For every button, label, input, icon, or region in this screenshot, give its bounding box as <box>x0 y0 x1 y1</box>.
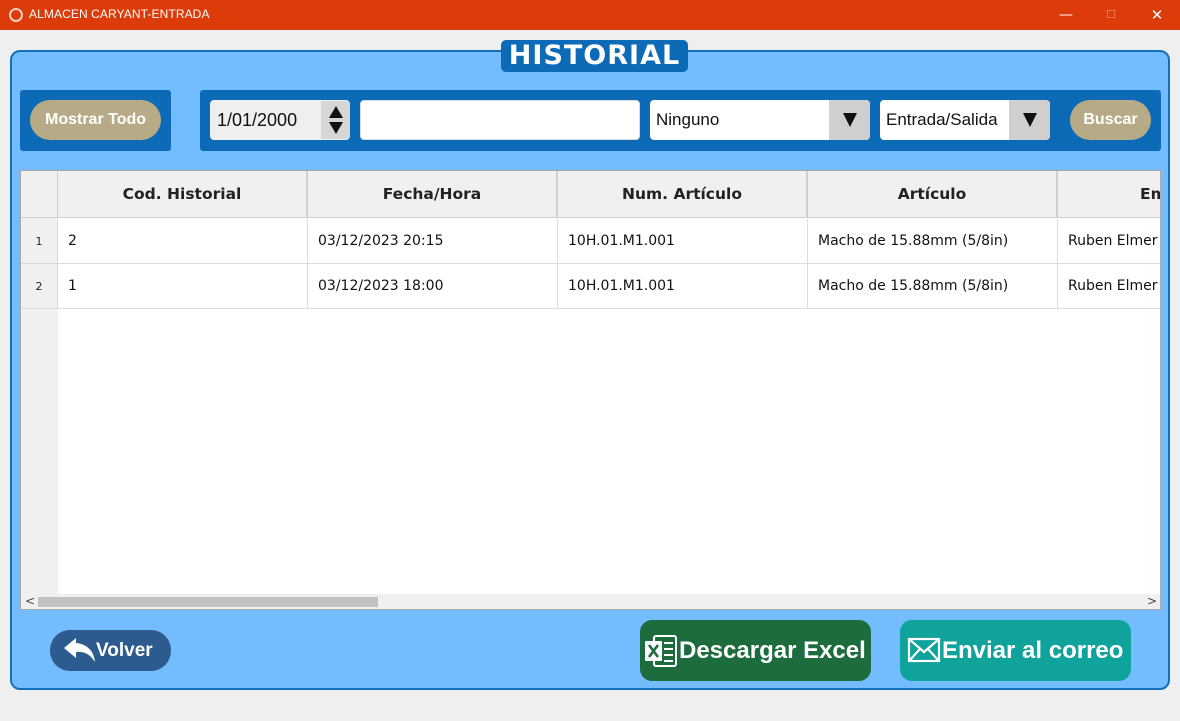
grid-corner <box>21 171 58 218</box>
column-header-cod-historial[interactable]: Cod. Historial <box>58 171 308 218</box>
table-cell[interactable]: 10H.01.M1.001 <box>558 264 808 309</box>
title-bar: ALMACEN CARYANT-ENTRADA — ☐ ✕ <box>0 0 1180 30</box>
search-button[interactable]: Buscar <box>1070 100 1151 140</box>
column-header-num-articulo[interactable]: Num. Artículo <box>558 171 808 218</box>
date-spinner[interactable] <box>321 101 350 139</box>
row-header[interactable]: 2 <box>21 264 58 309</box>
excel-icon <box>645 635 677 667</box>
date-value: 1/01/2000 <box>217 110 298 130</box>
download-excel-label: Descargar Excel <box>679 637 866 664</box>
table-cell[interactable]: Ruben Elmer <box>1058 219 1160 264</box>
table-cell[interactable]: 1 <box>58 264 308 309</box>
table-cell[interactable]: 03/12/2023 20:15 <box>308 219 558 264</box>
back-button-label: Volver <box>96 640 153 661</box>
horizontal-scrollbar[interactable]: < > <box>21 594 1160 609</box>
send-email-button[interactable]: Enviar al correo <box>900 620 1131 681</box>
date-picker[interactable]: 1/01/2000 <box>210 100 350 140</box>
field-select[interactable]: Ninguno <box>650 100 870 140</box>
minimize-button[interactable]: — <box>1043 0 1089 30</box>
app-icon <box>9 8 23 22</box>
scroll-left-icon[interactable]: < <box>25 594 35 609</box>
history-table: Cod. Historial Fecha/Hora Num. Artículo … <box>20 170 1161 610</box>
close-button[interactable]: ✕ <box>1134 0 1180 30</box>
column-header-fecha-hora[interactable]: Fecha/Hora <box>308 171 558 218</box>
type-select-value: Entrada/Salida <box>886 110 998 129</box>
column-header-articulo[interactable]: Artículo <box>808 171 1058 218</box>
column-header-em[interactable]: Em <box>1058 171 1160 218</box>
row-header[interactable]: 1 <box>21 219 58 264</box>
back-button[interactable]: Volver <box>50 630 171 671</box>
window-title: ALMACEN CARYANT-ENTRADA <box>29 7 210 21</box>
download-excel-button[interactable]: Descargar Excel <box>640 620 871 681</box>
table-cell[interactable]: Macho de 15.88mm (5/8in) <box>808 219 1058 264</box>
chevron-down-icon <box>843 113 857 127</box>
table-cell[interactable]: 2 <box>58 219 308 264</box>
type-select-dropdown[interactable] <box>1009 100 1050 140</box>
field-select-dropdown[interactable] <box>829 100 870 140</box>
page-title: HISTORIAL <box>501 40 688 72</box>
chevron-down-icon <box>1023 113 1037 127</box>
send-email-label: Enviar al correo <box>942 637 1124 664</box>
spin-up-icon[interactable] <box>329 106 343 118</box>
search-input[interactable] <box>360 100 640 140</box>
scroll-right-icon[interactable]: > <box>1147 594 1157 609</box>
maximize-button[interactable]: ☐ <box>1088 0 1134 30</box>
envelope-icon <box>907 637 941 663</box>
show-all-button[interactable]: Mostrar Todo <box>30 100 161 140</box>
table-cell[interactable]: Ruben Elmer <box>1058 264 1160 309</box>
table-cell[interactable]: 03/12/2023 18:00 <box>308 264 558 309</box>
spin-down-icon[interactable] <box>329 122 343 134</box>
scrollbar-thumb[interactable] <box>38 597 378 607</box>
reply-arrow-icon <box>64 638 95 662</box>
table-cell[interactable]: Macho de 15.88mm (5/8in) <box>808 264 1058 309</box>
field-select-value: Ninguno <box>656 110 720 129</box>
type-select[interactable]: Entrada/Salida <box>880 100 1050 140</box>
table-cell[interactable]: 10H.01.M1.001 <box>558 219 808 264</box>
